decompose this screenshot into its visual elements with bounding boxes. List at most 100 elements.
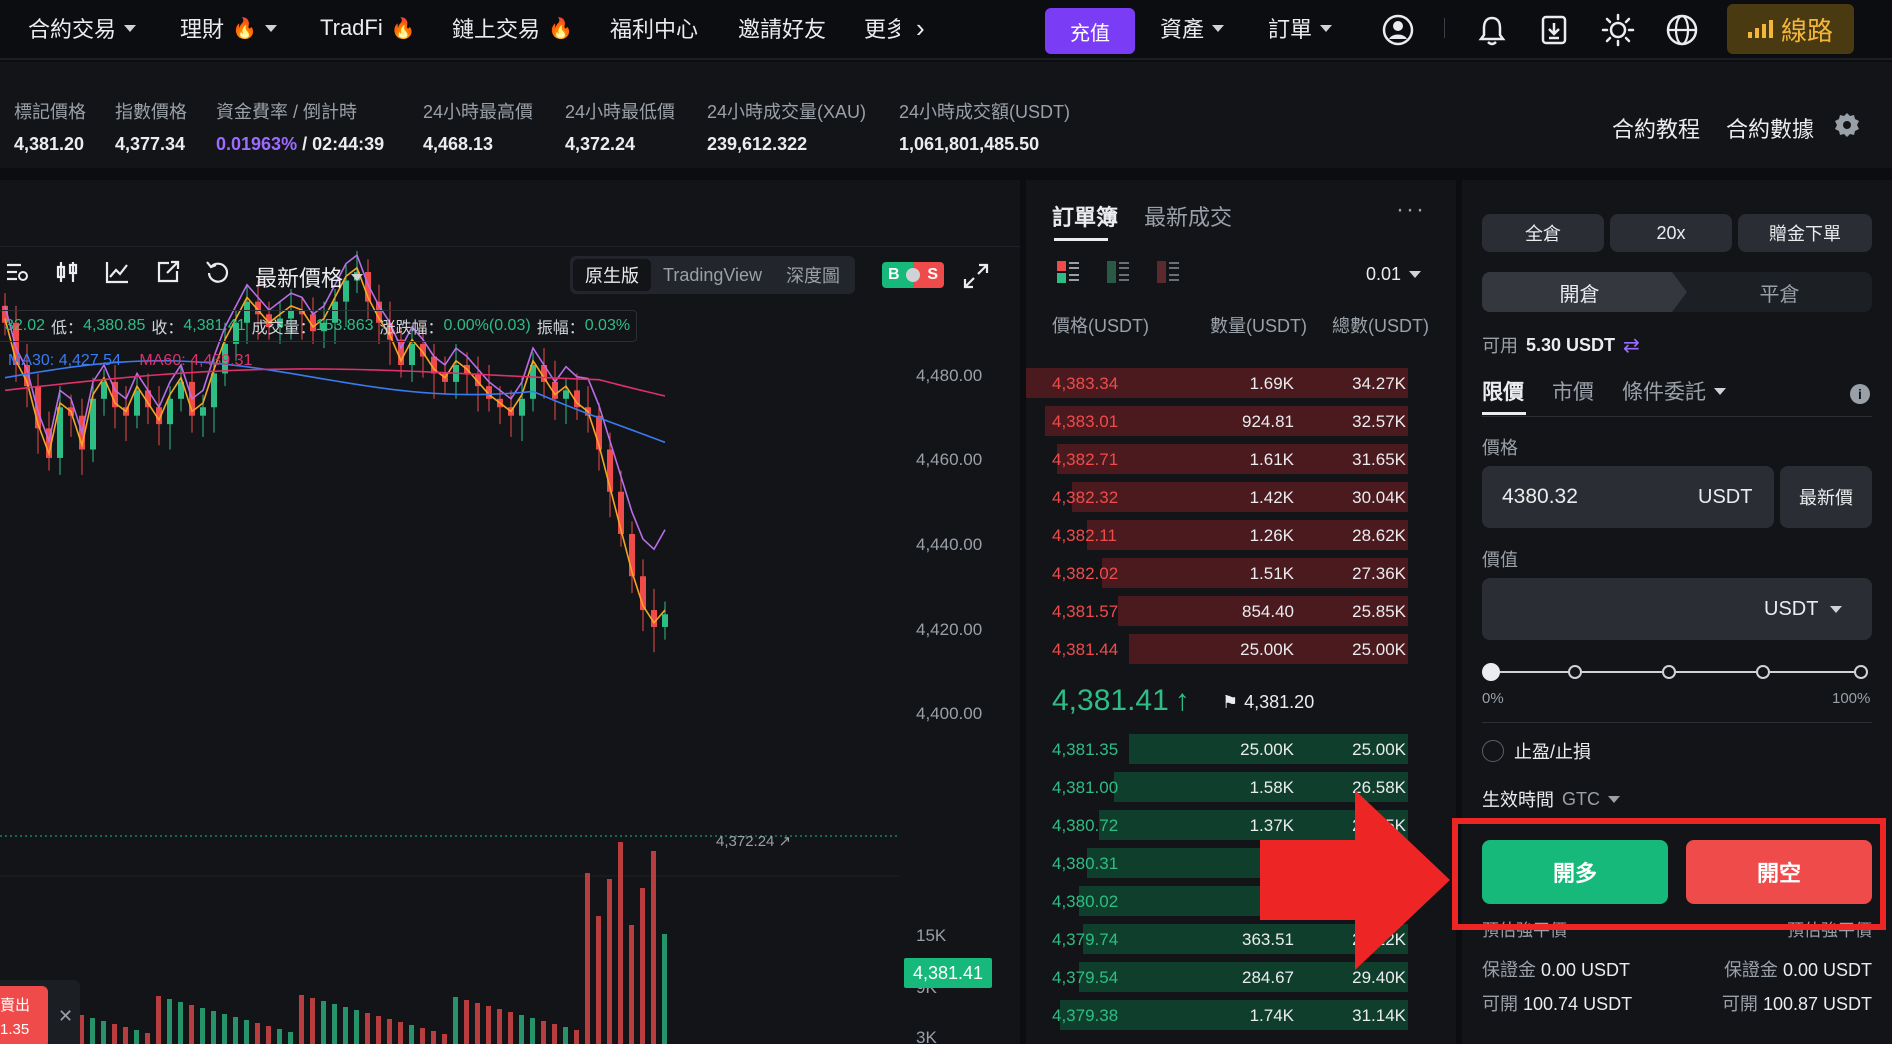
slider-stop[interactable] (1662, 665, 1676, 679)
layout-both-icon[interactable] (1056, 260, 1080, 284)
volume-bar (629, 925, 634, 1044)
slider-handle[interactable] (1482, 663, 1500, 681)
nav-futures-label: 合約交易 (28, 17, 117, 42)
slider-stop[interactable] (1568, 665, 1582, 679)
slider-stop[interactable] (1854, 665, 1868, 679)
bid-row[interactable]: 4,379.38 1.74K 31.14K (1026, 998, 1432, 1032)
view-native[interactable]: 原生版 (573, 259, 651, 291)
stat-label: 24小時成交額(USDT) (899, 102, 1071, 122)
volume-bar (178, 1002, 183, 1044)
tab-order-book[interactable]: 訂單簿 (1052, 200, 1118, 232)
amount-slider[interactable] (1482, 660, 1874, 684)
latest-price-button[interactable]: 最新價 (1780, 466, 1872, 528)
theme-icon[interactable] (1600, 12, 1636, 48)
column-header-price: 價格(USDT) (1052, 316, 1149, 336)
nav-assets[interactable]: 資產 (1160, 0, 1225, 56)
value-unit-select[interactable]: USDT (1764, 598, 1843, 621)
funding-rate-value: 0.01963% (216, 134, 298, 154)
user-icon[interactable] (1380, 12, 1416, 48)
candle-type-icon[interactable] (54, 259, 84, 289)
nav-orders[interactable]: 訂單 (1268, 0, 1333, 56)
ask-row[interactable]: 4,381.44 25.00K 25.00K (1026, 632, 1432, 666)
row-quantity: 284.67 (1242, 968, 1294, 987)
flag-icon: ⚑ (1222, 692, 1239, 712)
sell-position-chip[interactable]: 賣出 1.35 (0, 986, 48, 1044)
row-price: 4,383.01 (1052, 412, 1119, 431)
nav-onchain[interactable]: 鏈上交易 🔥 (452, 0, 573, 56)
candle-body (211, 373, 217, 408)
ask-row[interactable]: 4,382.71 1.61K 31.65K (1026, 442, 1432, 476)
deposit-button[interactable]: 充值 (1045, 8, 1135, 54)
precision-select[interactable]: 0.01 (1366, 264, 1422, 285)
nav-more[interactable]: 更多 (864, 0, 900, 56)
reset-icon[interactable] (205, 259, 235, 289)
fullscreen-icon[interactable] (962, 262, 990, 290)
contract-tutorial-link[interactable]: 合約教程 (1612, 112, 1700, 144)
globe-icon[interactable] (1664, 12, 1700, 48)
ask-row[interactable]: 4,382.32 1.42K 30.04K (1026, 480, 1432, 514)
mark-price: ⚑ 4,381.20 (1222, 692, 1314, 713)
route-button[interactable]: 線路 (1727, 4, 1854, 54)
row-quantity: 25.00K (1240, 740, 1294, 759)
order-type-conditional[interactable]: 條件委託 (1622, 376, 1726, 406)
volume-bar (332, 1004, 337, 1044)
time-in-force-select[interactable]: 生效時間 GTC (1482, 786, 1620, 812)
bell-icon[interactable] (1474, 12, 1510, 48)
row-price: 4,380.02 (1052, 892, 1119, 911)
tif-value: GTC (1562, 788, 1600, 809)
order-type-market[interactable]: 市價 (1552, 376, 1594, 406)
price-type-select[interactable]: 最新價格 (255, 261, 364, 293)
ask-row[interactable]: 4,383.01 924.81 32.57K (1026, 404, 1432, 438)
tab-open-position[interactable]: 開倉 (1482, 272, 1687, 312)
row-price: 4,379.74 (1052, 930, 1119, 949)
tpsl-checkbox[interactable]: 止盈/止損 (1482, 738, 1591, 764)
view-tradingview[interactable]: TradingView (651, 259, 774, 291)
nav-tradfi[interactable]: TradFi 🔥 (320, 0, 416, 56)
download-icon[interactable] (1536, 12, 1572, 48)
layout-bids-icon[interactable] (1106, 260, 1130, 284)
row-price: 4,381.44 (1052, 640, 1119, 659)
share-icon[interactable] (155, 259, 185, 289)
ask-row[interactable]: 4,382.11 1.26K 28.62K (1026, 518, 1432, 552)
indicator-icon[interactable] (104, 259, 134, 289)
volume-bar (343, 1007, 348, 1044)
layout-asks-icon[interactable] (1156, 260, 1180, 284)
nav-futures[interactable]: 合約交易 (28, 0, 137, 56)
volume-bar (321, 1001, 326, 1044)
price-unit: USDT (1698, 486, 1753, 508)
indicator-settings-icon[interactable] (4, 259, 34, 289)
info-icon[interactable]: i (1850, 384, 1870, 404)
route-label: 線路 (1780, 15, 1833, 46)
contract-data-link[interactable]: 合約數據 (1726, 112, 1814, 144)
margin-mode-button[interactable]: 全倉 (1482, 214, 1604, 252)
transfer-icon[interactable]: ⇄ (1623, 333, 1640, 358)
ma60-value: MA60: 4,439.31 (139, 352, 253, 369)
chevron-down-icon (1608, 795, 1620, 803)
view-depth[interactable]: 深度圖 (774, 259, 852, 291)
nav-invite[interactable]: 邀請好友 (738, 0, 826, 56)
volume-bar (112, 1024, 117, 1044)
more-icon[interactable]: ··· (1396, 196, 1426, 224)
close-icon[interactable]: ✕ (58, 1006, 73, 1027)
leverage-button[interactable]: 20x (1610, 214, 1732, 252)
buy-sell-markers-toggle[interactable]: BS (882, 262, 944, 288)
ask-row[interactable]: 4,383.34 1.69K 34.27K (1026, 366, 1432, 400)
chevron-right-icon[interactable]: › (916, 0, 925, 56)
nav-rewards[interactable]: 福利中心 (610, 0, 698, 56)
row-quantity: 854.40 (1242, 602, 1294, 621)
ask-row[interactable]: 4,382.02 1.51K 27.36K (1026, 556, 1432, 590)
openable-long: 可開 100.74 USDT (1482, 990, 1632, 1016)
order-type-limit[interactable]: 限價 (1482, 376, 1524, 406)
bonus-order-button[interactable]: 贈金下單 (1738, 214, 1872, 252)
chevron-down-icon (1212, 24, 1225, 32)
gear-icon[interactable] (1834, 112, 1860, 138)
tab-recent-trades[interactable]: 最新成交 (1144, 200, 1232, 232)
nav-earn[interactable]: 理財 🔥 (180, 0, 277, 56)
tab-close-position[interactable]: 平倉 (1687, 272, 1872, 312)
slider-stop[interactable] (1756, 665, 1770, 679)
ask-row[interactable]: 4,381.57 854.40 25.85K (1026, 594, 1432, 628)
volume-bar (123, 1027, 128, 1044)
volume-bar (607, 879, 612, 1044)
volume-bar (222, 1014, 227, 1044)
bid-row[interactable]: 4,381.35 25.00K 25.00K (1026, 732, 1432, 766)
